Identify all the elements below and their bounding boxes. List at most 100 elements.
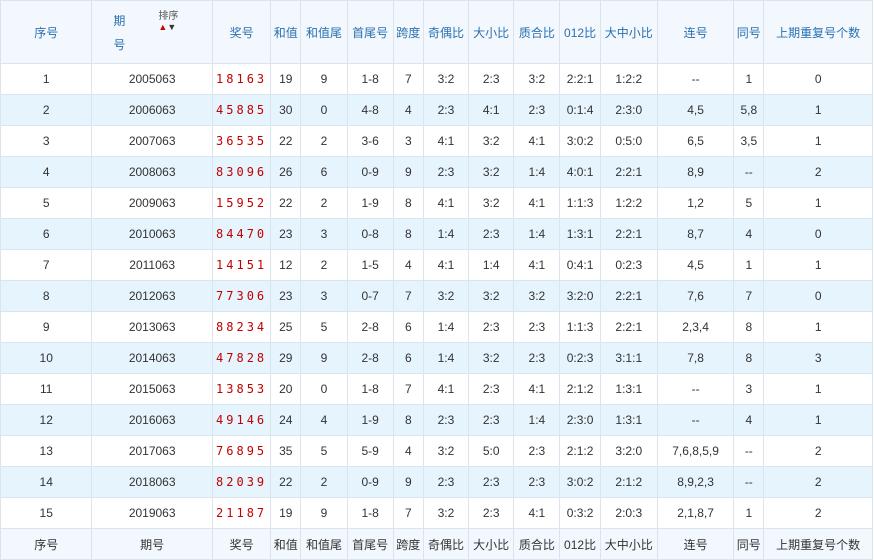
cell-consecutive: 6,5 [656, 125, 735, 157]
cell-mod3: 1:3:1 [559, 218, 601, 250]
cell-first-last: 1-8 [346, 63, 394, 95]
cell-seq: 12 [0, 404, 93, 436]
cell-first-last: 1-8 [346, 497, 394, 529]
cell-odd-even: 3:2 [422, 280, 470, 312]
cell-span: 6 [392, 311, 424, 343]
cell-sum-tail: 4 [300, 404, 348, 436]
cell-consecutive: 4,5 [656, 249, 735, 281]
cell-sum-tail: 2 [300, 466, 348, 498]
header-issue[interactable]: 期号 排序 ▲▼ [91, 0, 213, 64]
cell-prime-composite: 1:4 [513, 218, 561, 250]
cell-same: 5,8 [733, 94, 765, 126]
cell-big-small: 3:2 [468, 280, 515, 312]
cell-mod3: 3:0:2 [559, 466, 601, 498]
draw-number: 49146 [216, 413, 268, 427]
header-sum-tail: 和值尾 [300, 0, 348, 64]
cell-big-mid-small: 2:2:1 [599, 280, 658, 312]
cell-prime-composite: 3:2 [513, 280, 561, 312]
footer-big-small: 大小比 [468, 528, 515, 560]
issue-header-label: 期号 [113, 14, 126, 52]
cell-sum-tail: 5 [300, 435, 348, 467]
cell-seq: 3 [0, 125, 93, 157]
table-row: 15 2019063 21187 19 9 1-8 7 3:2 2:3 4:1 0:3:2 2:0:3… [0, 497, 873, 529]
cell-repeat-count: 1 [763, 373, 873, 405]
footer-sum: 和值 [270, 528, 302, 560]
cell-odd-even: 3:2 [422, 63, 470, 95]
cell-repeat-count: 0 [763, 280, 873, 312]
cell-prime-composite: 1:4 [513, 404, 561, 436]
cell-big-mid-small: 1:3:1 [599, 373, 658, 405]
cell-sum: 23 [270, 218, 302, 250]
cell-mod3: 0:1:4 [559, 94, 601, 126]
cell-span: 4 [392, 435, 424, 467]
cell-prime-composite: 2:3 [513, 311, 561, 343]
table-row: 2 2006063 45885 30 0 4-8 4 2:3 4:1 2:3 0:1:4 2:3:0 4… [0, 94, 873, 126]
cell-draw-number: 13853 [211, 373, 272, 405]
cell-sum-tail: 5 [300, 311, 348, 343]
table-footer-row: 序号 期号 奖号 和值 和值尾 首尾号 跨度 奇偶比 大小比 质合比 012比 大中小比 连号 同号 上期重… [0, 528, 873, 560]
cell-span: 8 [392, 187, 424, 219]
cell-first-last: 5-9 [346, 435, 394, 467]
cell-first-last: 0-8 [346, 218, 394, 250]
cell-draw-number: 36535 [211, 125, 272, 157]
footer-big-mid-small: 大中小比 [599, 528, 658, 560]
cell-consecutive: -- [656, 63, 735, 95]
cell-mod3: 1:1:3 [559, 187, 601, 219]
cell-sum-tail: 0 [300, 94, 348, 126]
table-row: 6 2010063 84470 23 3 0-8 8 1:4 2:3 1:4 1:3:1 2:2:1 8… [0, 218, 873, 250]
cell-repeat-count: 1 [763, 125, 873, 157]
cell-seq: 13 [0, 435, 93, 467]
cell-sum: 26 [270, 156, 302, 188]
header-seq: 序号 [0, 0, 93, 64]
cell-repeat-count: 3 [763, 342, 873, 374]
footer-prime-composite: 质合比 [513, 528, 561, 560]
cell-draw-number: 14151 [211, 249, 272, 281]
cell-consecutive: 1,2 [656, 187, 735, 219]
cell-sum: 24 [270, 404, 302, 436]
cell-issue: 2018063 [91, 466, 213, 498]
footer-consecutive: 连号 [656, 528, 735, 560]
cell-big-small: 1:4 [468, 249, 515, 281]
cell-big-mid-small: 1:3:1 [599, 404, 658, 436]
cell-repeat-count: 1 [763, 404, 873, 436]
cell-sum-tail: 6 [300, 156, 348, 188]
cell-first-last: 0-7 [346, 280, 394, 312]
cell-same: 8 [733, 311, 765, 343]
sort-arrows-icon[interactable]: ▲▼ [158, 23, 176, 32]
cell-big-small: 2:3 [468, 311, 515, 343]
cell-big-mid-small: 2:2:1 [599, 218, 658, 250]
cell-issue: 2005063 [91, 63, 213, 95]
cell-same: 8 [733, 342, 765, 374]
table-row: 5 2009063 15952 22 2 1-9 8 4:1 3:2 4:1 1:1:3 1:2:2 1… [0, 187, 873, 219]
cell-repeat-count: 2 [763, 497, 873, 529]
cell-mod3: 2:1:2 [559, 435, 601, 467]
cell-consecutive: 7,8 [656, 342, 735, 374]
header-span: 跨度 [392, 0, 424, 64]
cell-sum: 20 [270, 373, 302, 405]
cell-mod3: 1:1:3 [559, 311, 601, 343]
cell-span: 6 [392, 342, 424, 374]
cell-prime-composite: 4:1 [513, 373, 561, 405]
cell-span: 7 [392, 63, 424, 95]
cell-span: 7 [392, 280, 424, 312]
cell-issue: 2008063 [91, 156, 213, 188]
cell-sum-tail: 3 [300, 218, 348, 250]
cell-same: 1 [733, 63, 765, 95]
cell-odd-even: 4:1 [422, 249, 470, 281]
cell-repeat-count: 1 [763, 311, 873, 343]
cell-big-mid-small: 2:2:1 [599, 311, 658, 343]
draw-number: 15952 [216, 196, 268, 210]
footer-same: 同号 [733, 528, 765, 560]
cell-issue: 2009063 [91, 187, 213, 219]
cell-sum: 19 [270, 63, 302, 95]
cell-draw-number: 83096 [211, 156, 272, 188]
cell-mod3: 3:0:2 [559, 125, 601, 157]
cell-consecutive: 8,9 [656, 156, 735, 188]
cell-big-mid-small: 3:1:1 [599, 342, 658, 374]
cell-same: 3 [733, 373, 765, 405]
table-row: 8 2012063 77306 23 3 0-7 7 3:2 3:2 3:2 3:2:0 2:2:1 7… [0, 280, 873, 312]
draw-number: 83096 [216, 165, 268, 179]
header-same: 同号 [733, 0, 765, 64]
cell-same: 4 [733, 218, 765, 250]
footer-repeat-count: 上期重复号个数 [763, 528, 873, 560]
